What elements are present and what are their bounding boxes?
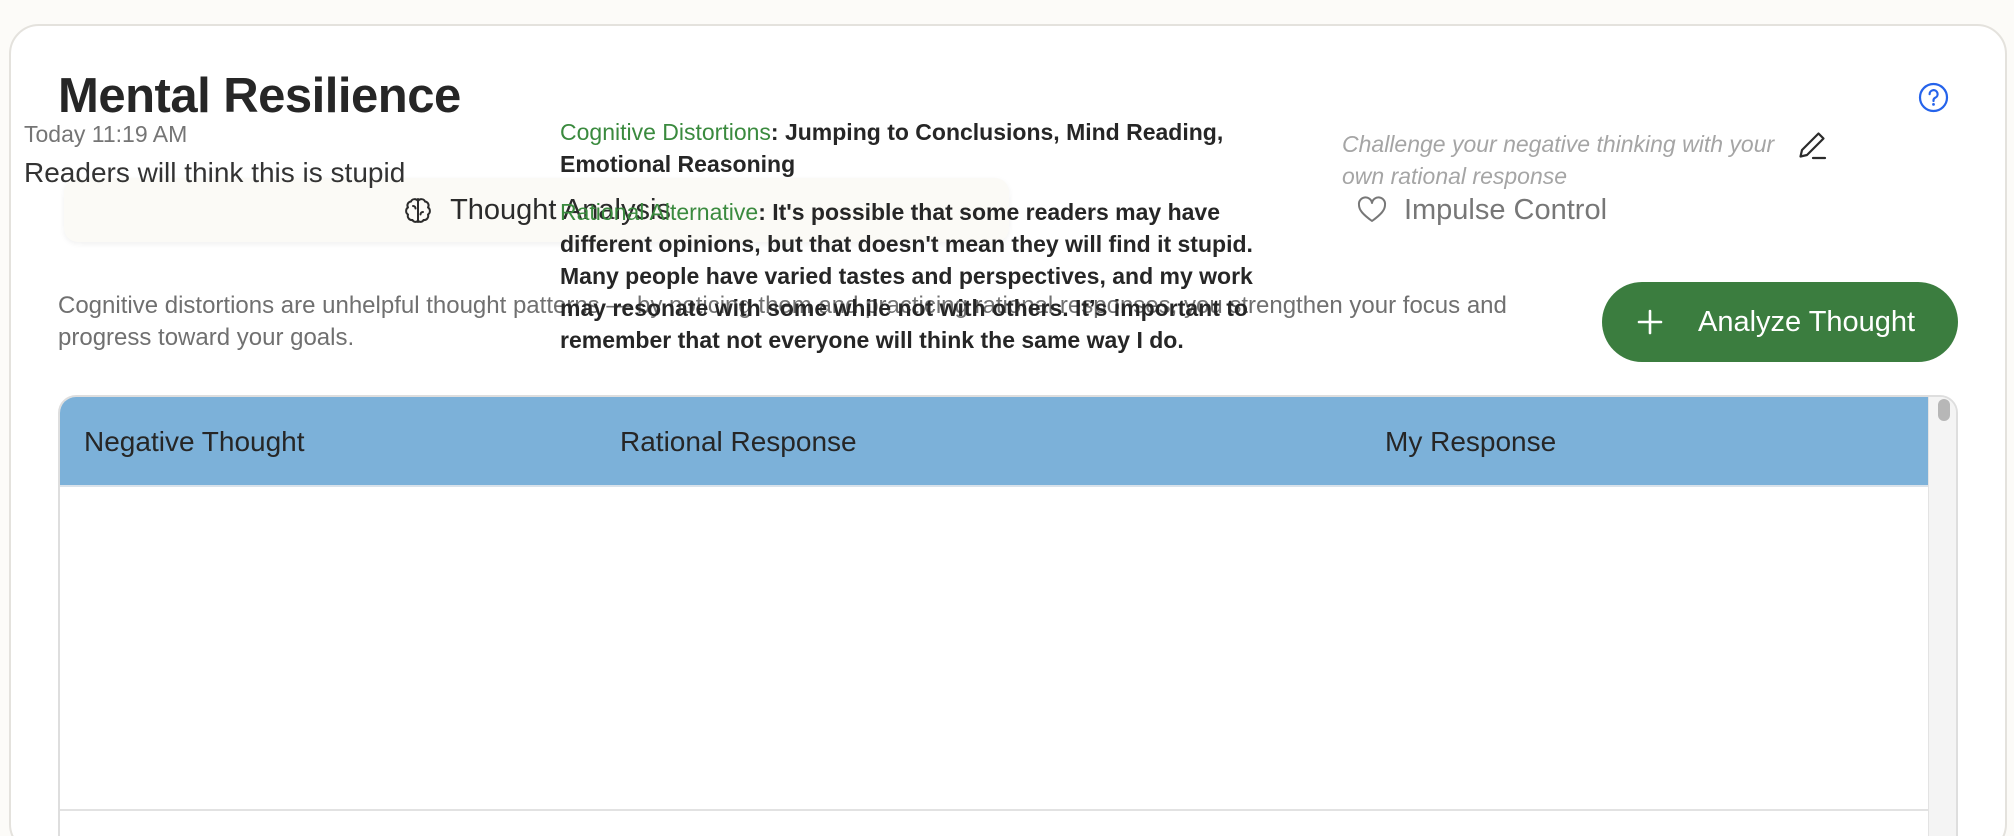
column-header-rational-response: Rational Response	[620, 426, 857, 457]
brain-icon	[405, 198, 431, 223]
plus-icon	[1637, 309, 1663, 335]
table-header: Negative Thought Rational Response My Re…	[60, 397, 1930, 487]
scrollbar-thumb[interactable]	[1938, 399, 1950, 421]
thoughts-table: Negative Thought Rational Response My Re…	[58, 395, 1958, 836]
rational-alternative: Rational Alternative: It's possible that…	[560, 196, 1305, 356]
tab-label: Impulse Control	[1403, 193, 1608, 226]
table-row	[60, 487, 1930, 811]
analyze-thought-label: Analyze Thought	[1698, 305, 1916, 338]
rational-alternative-label: Rational Alternative	[560, 199, 759, 225]
column-header-negative-thought: Negative Thought	[84, 426, 305, 457]
heart-icon	[1357, 196, 1386, 222]
page-title: Mental Resilience	[58, 69, 461, 123]
negative-thought-text: Readers will think this is stupid	[24, 157, 406, 188]
rational-response: Cognitive Distortions: Jumping to Conclu…	[560, 116, 1305, 356]
pencil-icon[interactable]	[1797, 129, 1829, 161]
cognitive-distortions-label: Cognitive Distortions	[560, 119, 771, 145]
thought-timestamp: Today 11:19 AM	[24, 121, 188, 147]
help-icon[interactable]	[1918, 82, 1949, 113]
my-response-field[interactable]: Challenge your negative thinking with yo…	[1342, 128, 1782, 192]
column-header-my-response: My Response	[1385, 426, 1557, 457]
analyze-thought-button[interactable]: Analyze Thought	[1602, 282, 1958, 362]
cognitive-distortions: Cognitive Distortions: Jumping to Conclu…	[560, 116, 1305, 180]
table-scrollbar[interactable]	[1928, 397, 1956, 836]
